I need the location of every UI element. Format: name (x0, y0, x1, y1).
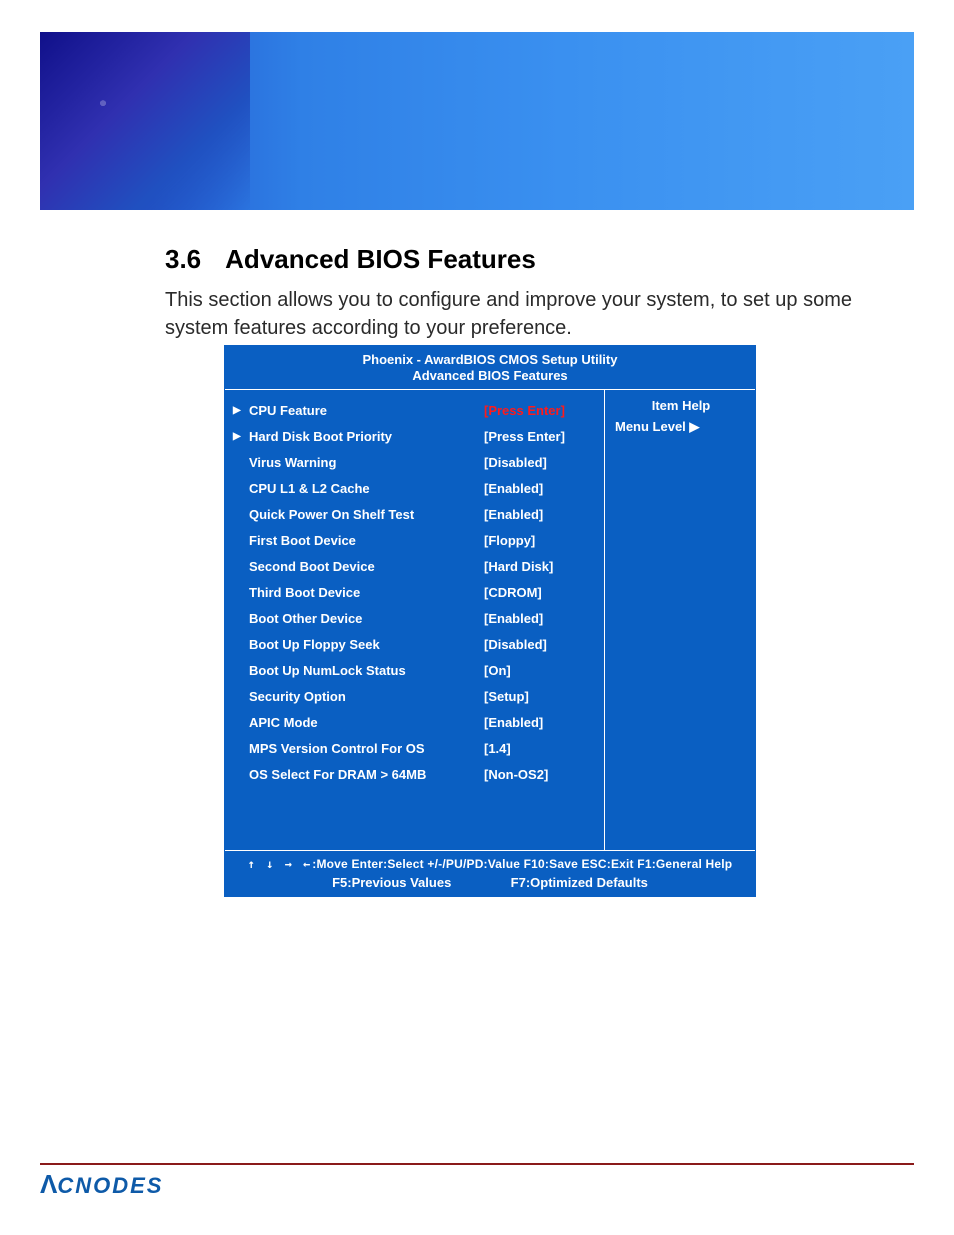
bios-row-value[interactable]: [Enabled] (484, 507, 596, 522)
bios-row-value[interactable]: [Setup] (484, 689, 596, 704)
banner-art (40, 32, 250, 210)
bios-row-value[interactable]: [Hard Disk] (484, 559, 596, 574)
bios-row-value[interactable]: [Press Enter] (484, 403, 596, 418)
bios-row-value[interactable]: [On] (484, 663, 596, 678)
footer-line1-rest: :Move Enter:Select +/-/PU/PD:Value F10:S… (312, 857, 732, 871)
bios-row[interactable]: MPS Version Control For OS[1.4] (233, 736, 596, 762)
bios-row[interactable]: CPU L1 & L2 Cache[Enabled] (233, 476, 596, 502)
bios-row[interactable]: ▶CPU Feature[Press Enter] (233, 398, 596, 424)
bios-row-value[interactable]: [Enabled] (484, 481, 596, 496)
brand-lambda-icon: Λ (40, 1169, 57, 1199)
bios-body: ▶CPU Feature[Press Enter]▶Hard Disk Boot… (225, 390, 755, 850)
bios-row-value[interactable]: [Enabled] (484, 715, 596, 730)
bios-row[interactable]: Virus Warning[Disabled] (233, 450, 596, 476)
section-heading: 3.6 Advanced BIOS Features (165, 244, 536, 275)
help-title: Item Help (615, 398, 747, 413)
bios-row[interactable]: Security Option[Setup] (233, 684, 596, 710)
triangle-right-icon: ▶ (233, 431, 249, 442)
bios-row-label: First Boot Device (249, 533, 484, 548)
menu-level: Menu Level ▶ (615, 419, 747, 435)
footer-keys-line1: ↑ ↓ → ←:Move Enter:Select +/-/PU/PD:Valu… (231, 857, 749, 871)
bios-row-value[interactable]: [1.4] (484, 741, 596, 756)
bios-row-value[interactable]: [Non-OS2] (484, 767, 596, 782)
triangle-right-icon: ▶ (233, 405, 249, 416)
bios-row[interactable]: First Boot Device[Floppy] (233, 528, 596, 554)
bios-row[interactable]: Third Boot Device[CDROM] (233, 580, 596, 606)
bios-row-value[interactable]: [Disabled] (484, 455, 596, 470)
bios-row-label: Hard Disk Boot Priority (249, 429, 484, 444)
bios-settings-list: ▶CPU Feature[Press Enter]▶Hard Disk Boot… (225, 390, 605, 850)
bios-help-panel: Item Help Menu Level ▶ (605, 390, 755, 850)
bios-row-label: APIC Mode (249, 715, 484, 730)
bios-row-label: CPU Feature (249, 403, 484, 418)
bios-setup-screen: Phoenix - AwardBIOS CMOS Setup Utility A… (224, 345, 756, 897)
arrow-keys-icon: ↑ ↓ → ← (248, 857, 313, 871)
bios-row-label: Boot Other Device (249, 611, 484, 626)
bios-row-value[interactable]: [Disabled] (484, 637, 596, 652)
bios-row-label: OS Select For DRAM > 64MB (249, 767, 484, 782)
section-title: Advanced BIOS Features (225, 244, 536, 274)
bios-row-value[interactable]: [CDROM] (484, 585, 596, 600)
menu-level-label: Menu Level (615, 419, 686, 434)
bios-header-line2: Advanced BIOS Features (225, 368, 755, 384)
bios-row[interactable]: Second Boot Device[Hard Disk] (233, 554, 596, 580)
bios-row-label: MPS Version Control For OS (249, 741, 484, 756)
brand-logo: ΛCNODES (40, 1169, 163, 1200)
bios-row-label: Quick Power On Shelf Test (249, 507, 484, 522)
footer-f5: F5:Previous Values (332, 875, 451, 890)
bios-row-label: Security Option (249, 689, 484, 704)
bios-row[interactable]: Boot Up NumLock Status[On] (233, 658, 596, 684)
section-number: 3.6 (165, 244, 201, 275)
brand-text: CNODES (57, 1173, 163, 1198)
bios-header: Phoenix - AwardBIOS CMOS Setup Utility A… (225, 346, 755, 390)
bios-row[interactable]: Boot Up Floppy Seek[Disabled] (233, 632, 596, 658)
triangle-right-icon: ▶ (689, 419, 699, 434)
footer-keys-line2: F5:Previous Values F7:Optimized Defaults (231, 875, 749, 890)
bios-row-value[interactable]: [Floppy] (484, 533, 596, 548)
bios-row-value[interactable]: [Press Enter] (484, 429, 596, 444)
footer-f7: F7:Optimized Defaults (511, 875, 648, 890)
bios-row-label: Virus Warning (249, 455, 484, 470)
bios-row[interactable]: APIC Mode[Enabled] (233, 710, 596, 736)
bios-row[interactable]: Quick Power On Shelf Test[Enabled] (233, 502, 596, 528)
footer-rule (40, 1163, 914, 1165)
bios-row[interactable]: Boot Other Device[Enabled] (233, 606, 596, 632)
bios-footer: ↑ ↓ → ←:Move Enter:Select +/-/PU/PD:Valu… (225, 850, 755, 898)
bios-row-label: Boot Up NumLock Status (249, 663, 484, 678)
bios-row-label: CPU L1 & L2 Cache (249, 481, 484, 496)
bios-row-value[interactable]: [Enabled] (484, 611, 596, 626)
bios-row-label: Third Boot Device (249, 585, 484, 600)
bios-row[interactable]: OS Select For DRAM > 64MB[Non-OS2] (233, 762, 596, 788)
bios-row-label: Boot Up Floppy Seek (249, 637, 484, 652)
bios-row-label: Second Boot Device (249, 559, 484, 574)
header-banner (40, 32, 914, 210)
bios-header-line1: Phoenix - AwardBIOS CMOS Setup Utility (225, 352, 755, 368)
section-description: This section allows you to configure and… (165, 286, 854, 342)
bios-row[interactable]: ▶Hard Disk Boot Priority[Press Enter] (233, 424, 596, 450)
